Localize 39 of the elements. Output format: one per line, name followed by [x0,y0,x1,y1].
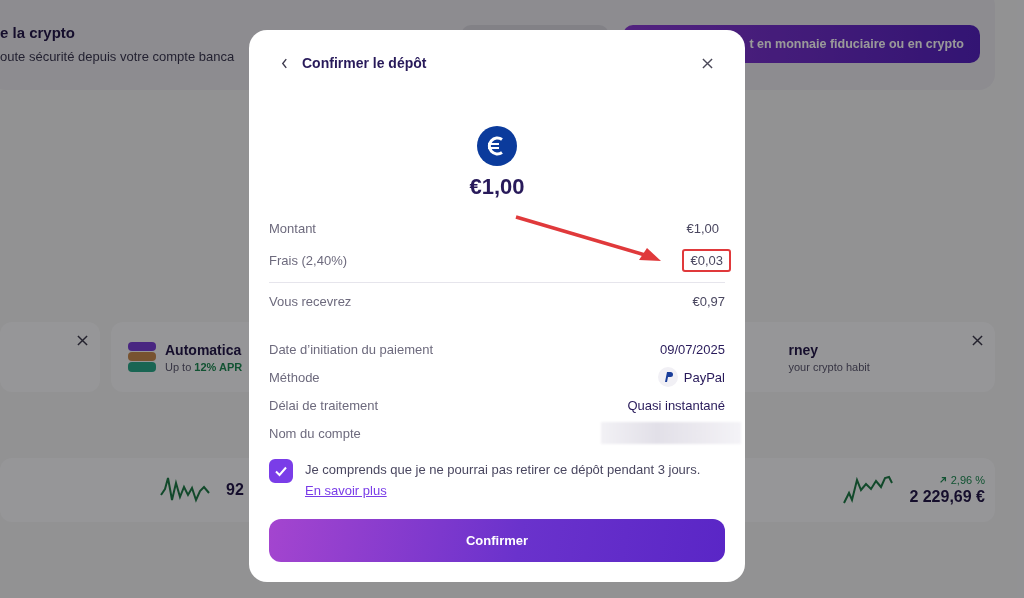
row-label: Vous recevrez [269,293,352,309]
euro-icon [477,126,517,166]
consent-text: Je comprends que je ne pourrai pas retirer ce dépôt pendant 3 jours. [305,462,701,477]
row-label: Nom du compte [269,425,361,441]
learn-more-link[interactable]: En savoir plus [305,483,387,498]
row-label: Frais (2,40%) [269,252,348,268]
row-value: €1,00 [685,219,720,238]
deposit-amount: €1,00 [469,174,525,200]
row-value: 09/07/2025 [658,340,725,359]
row-value: PayPal [682,368,725,387]
banner-subtitle: oute sécurité depuis votre compte banca [0,49,235,64]
asset-value: 2 229,69 € [909,488,985,506]
row-label: Date d’initiation du paiement [269,341,434,357]
dialog-title: Confirmer le dépôt [302,55,428,71]
row-value: €0,97 [691,292,725,311]
coin-stack-icon [127,341,157,373]
price-change: 2,96 % [950,474,985,486]
promo-subtitle: your crypto habit [788,360,870,373]
row-value: Quasi instantané [626,396,725,415]
promo-title: rney [788,341,820,358]
sparkline-icon [843,475,894,505]
back-icon[interactable] [281,57,288,69]
paypal-icon [657,367,678,387]
asset-value: 92 [226,481,244,499]
close-icon[interactable] [702,57,713,69]
confirm-button[interactable]: Confirmer [269,519,725,562]
row-label: Montant [269,220,316,236]
check-icon [274,464,288,478]
close-icon[interactable] [77,335,88,346]
sparkline-icon [160,475,210,505]
row-label: Méthode [269,369,320,385]
row-label: Délai de traitement [269,397,379,413]
promo-title: Automatica [165,341,243,358]
promo-subtitle: Up to 12% APR [165,360,243,373]
up-arrow-icon [938,476,947,484]
close-icon[interactable] [972,335,983,346]
checkbox[interactable] [269,459,293,483]
banner-title: e la crypto [0,24,77,41]
highlighted-value: €0,03 [682,248,731,272]
